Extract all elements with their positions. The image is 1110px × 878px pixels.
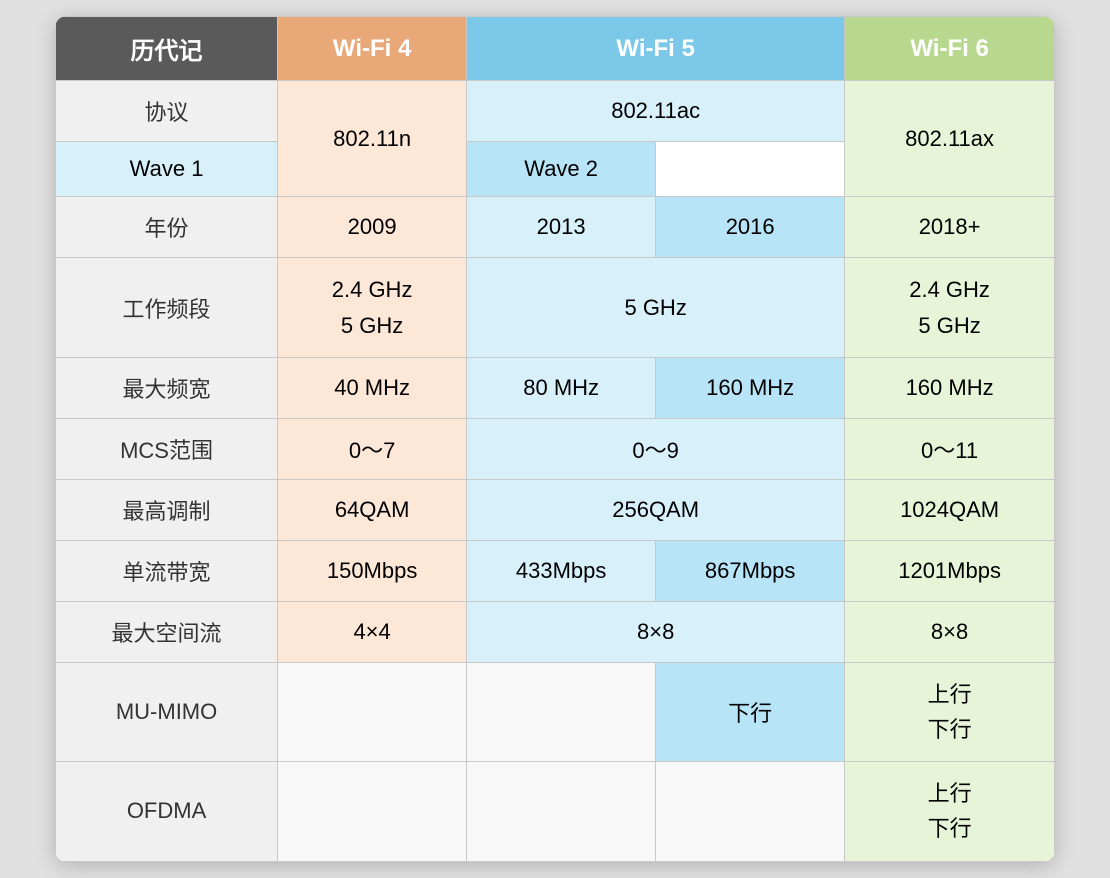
cell-wifi6-modulation: 1024QAM	[845, 479, 1055, 540]
cell-wifi5-wave1-singlestream: 433Mbps	[467, 540, 656, 601]
row-spatial-label: 最大空间流	[56, 601, 278, 662]
cell-wifi6-bandwidth: 160 MHz	[845, 357, 1055, 418]
cell-wifi5-wave2-bandwidth: 160 MHz	[656, 357, 845, 418]
cell-wifi5-spatial: 8×8	[467, 601, 845, 662]
cell-wifi4-year: 2009	[278, 197, 467, 258]
cell-wifi6-year: 2018+	[845, 197, 1055, 258]
cell-wifi4-freq: 2.4 GHz5 GHz	[278, 258, 467, 357]
row-mumimo-label: MU-MIMO	[56, 662, 278, 761]
row-modulation-label: 最高调制	[56, 479, 278, 540]
cell-wifi5-wave1-ofdma	[467, 762, 656, 861]
cell-wifi4-mcs: 0～7	[278, 418, 467, 479]
cell-wifi5-protocol-ac: 802.11ac	[467, 81, 845, 142]
cell-wifi6-ofdma: 上行下行	[845, 762, 1055, 861]
cell-wifi5-wave1-bandwidth: 80 MHz	[467, 357, 656, 418]
row-ofdma-label: OFDMA	[56, 762, 278, 861]
cell-wifi5-mcs: 0～9	[467, 418, 845, 479]
header-wifi5: Wi-Fi 5	[467, 17, 845, 81]
cell-wifi6-mumimo: 上行下行	[845, 662, 1055, 761]
row-freq-label: 工作频段	[56, 258, 278, 357]
cell-wifi6-protocol: 802.11ax	[845, 81, 1055, 197]
cell-wifi6-mcs: 0～11	[845, 418, 1055, 479]
cell-wifi4-singlestream: 150Mbps	[278, 540, 467, 601]
cell-wifi4-protocol: 802.11n	[278, 81, 467, 197]
cell-wifi4-modulation: 64QAM	[278, 479, 467, 540]
cell-wifi5-wave2-sub: Wave 2	[467, 142, 656, 197]
row-protocol-label: 协议	[56, 81, 278, 142]
cell-wifi5-wave1-year: 2013	[467, 197, 656, 258]
cell-wifi5-wave1-mumimo	[467, 662, 656, 761]
cell-wifi4-mumimo	[278, 662, 467, 761]
cell-wifi5-wave2-year: 2016	[656, 197, 845, 258]
cell-wifi4-bandwidth: 40 MHz	[278, 357, 467, 418]
header-wifi6: Wi-Fi 6	[845, 17, 1055, 81]
comparison-table: 历代记 Wi-Fi 4 Wi-Fi 5 Wi-Fi 6 协议 802.11n 8…	[55, 16, 1055, 861]
cell-wifi5-wave2-singlestream: 867Mbps	[656, 540, 845, 601]
cell-wifi5-wave1-sub: Wave 1	[56, 142, 278, 197]
cell-wifi5-modulation: 256QAM	[467, 479, 845, 540]
cell-wifi6-freq: 2.4 GHz5 GHz	[845, 258, 1055, 357]
cell-wifi6-spatial: 8×8	[845, 601, 1055, 662]
header-label: 历代记	[56, 17, 278, 81]
header-wifi4: Wi-Fi 4	[278, 17, 467, 81]
cell-wifi5-wave2-mumimo: 下行	[656, 662, 845, 761]
cell-wifi4-spatial: 4×4	[278, 601, 467, 662]
cell-wifi5-wave2-ofdma	[656, 762, 845, 861]
row-year-label: 年份	[56, 197, 278, 258]
cell-wifi6-singlestream: 1201Mbps	[845, 540, 1055, 601]
row-mcs-label: MCS范围	[56, 418, 278, 479]
cell-wifi4-ofdma	[278, 762, 467, 861]
row-bandwidth-label: 最大频宽	[56, 357, 278, 418]
row-singlestream-label: 单流带宽	[56, 540, 278, 601]
cell-wifi5-freq: 5 GHz	[467, 258, 845, 357]
